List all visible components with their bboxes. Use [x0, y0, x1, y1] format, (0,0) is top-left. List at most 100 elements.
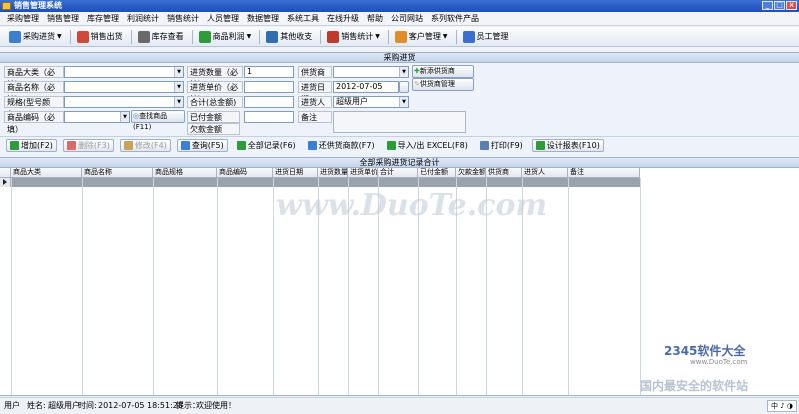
column-header[interactable]: 进货单价	[348, 168, 378, 178]
section-title: 采购进货	[0, 52, 799, 63]
column-header[interactable]: 商品编码	[217, 168, 273, 178]
add-icon	[10, 140, 19, 150]
total-label: 合计(总金额)	[187, 96, 243, 108]
column-header[interactable]: 合计	[378, 168, 418, 178]
watermark-badge: 2345软件大全	[664, 344, 746, 358]
menu-sales[interactable]: 销售管理	[43, 12, 83, 25]
column-header[interactable]: 欠款金额	[456, 168, 486, 178]
qty-input[interactable]: 1	[244, 66, 294, 78]
code-label: 商品编码（必填）	[4, 111, 64, 134]
column-header[interactable]: 商品规格	[153, 168, 217, 178]
chevron-down-icon: ▼	[57, 33, 62, 40]
toolbar-inventory-button[interactable]: 库存查看	[135, 29, 187, 45]
menu-inventory[interactable]: 库存管理	[83, 12, 123, 25]
menu-sales-stats[interactable]: 销售统计	[163, 12, 203, 25]
chevron-down-icon: ▼	[174, 97, 183, 107]
delete-button[interactable]: 删除(F3)	[62, 138, 114, 152]
category-select[interactable]: ▼	[64, 66, 184, 78]
edit-button[interactable]: 修改(F4)	[119, 138, 171, 152]
all-records-button[interactable]: 全部记录(F6)	[234, 139, 299, 152]
new-supplier-button[interactable]: ✚新添供货商(F12)	[412, 65, 474, 86]
toolbar-stats-button[interactable]: 销售统计 ▼	[324, 29, 383, 45]
buyer-label: 进货人	[298, 96, 332, 108]
status-name-label: 姓名:	[27, 401, 46, 410]
supplier-select[interactable]: ▼	[333, 66, 409, 78]
add-button[interactable]: 增加(F2)	[6, 138, 57, 152]
column-header[interactable]: 商品大类	[11, 168, 82, 178]
toolbar-customer-button[interactable]: 客户管理 ▼	[392, 29, 451, 45]
toolbar-separator	[259, 29, 261, 44]
code-select[interactable]: ▼	[64, 111, 130, 123]
query-button[interactable]: 查询(F5)	[176, 138, 228, 152]
selected-row[interactable]	[0, 178, 640, 187]
ime-indicator[interactable]: 中 ♪ ◑	[766, 400, 797, 412]
price-label: 进货单价（必填）	[187, 81, 243, 104]
toolbar-separator	[320, 29, 322, 44]
buyer-select[interactable]: 超级用户 ▼	[333, 96, 409, 108]
menu-website[interactable]: 公司网站	[387, 12, 427, 25]
row-indicator	[0, 178, 11, 187]
toolbar-sale-button[interactable]: 销售出货	[74, 29, 126, 45]
column-header[interactable]: 已付金额	[418, 168, 456, 178]
menu-upgrade[interactable]: 在线升级	[323, 12, 363, 25]
total-input[interactable]	[244, 96, 294, 108]
toolbar-purchase-button[interactable]: 采购进货 ▼	[6, 29, 65, 45]
date-input[interactable]: 2012-07-05	[333, 81, 399, 93]
spec-label: 规格(型号颜色)	[4, 96, 64, 119]
toolbar-staff-button[interactable]: 员工管理	[460, 29, 512, 45]
status-hint-value: 欢迎使用！	[196, 401, 236, 410]
column-header[interactable]: 进货人	[522, 168, 568, 178]
excel-button[interactable]: 导入/出 EXCEL(F8)	[384, 139, 471, 152]
print-button[interactable]: 打印(F9)	[477, 139, 526, 152]
grid-column-line	[273, 178, 274, 395]
minimize-icon[interactable]: _	[762, 1, 773, 10]
refund-icon	[307, 140, 317, 150]
grid-column-line	[11, 178, 12, 395]
name-label: 商品名称（必填）	[4, 81, 64, 104]
supplier-label: 供货商	[298, 66, 332, 78]
window-title-bar: 销售管理系统 _ □ ×	[0, 0, 799, 12]
grid-column-line	[640, 178, 641, 395]
chevron-down-icon: ▼	[120, 112, 129, 122]
close-icon[interactable]: ×	[786, 1, 797, 10]
chevron-down-icon: ▼	[442, 33, 448, 40]
price-input[interactable]	[244, 81, 294, 93]
watermark-text: www.DuoTe.com	[276, 188, 548, 223]
purchase-form: 商品大类（必填） ▼ 商品名称（必填） ▼ 规格(型号颜色) ▼ 商品编码（必填…	[0, 63, 799, 135]
chevron-down-icon: ▼	[174, 82, 183, 92]
category-label: 商品大类（必填）	[4, 66, 64, 89]
menu-purchase[interactable]: 采购管理	[3, 12, 43, 25]
menu-staff[interactable]: 人员管理	[203, 12, 243, 25]
grid-column-line	[568, 178, 569, 395]
column-header[interactable]: 进货数量	[318, 168, 348, 178]
menu-products[interactable]: 系列软件产品	[427, 12, 483, 25]
customer-icon	[394, 30, 407, 43]
name-select[interactable]: ▼	[64, 81, 184, 93]
toolbar-profit-button[interactable]: 商品利润 ▼	[196, 29, 255, 45]
menu-tools[interactable]: 系统工具	[283, 12, 323, 25]
menu-profit[interactable]: 利润统计	[123, 12, 163, 25]
status-bar: 用户 姓名: 超级用户 时间: 2012-07-05 18:51:28 提示： …	[0, 397, 799, 414]
chevron-down-icon: ▼	[399, 97, 408, 107]
toolbar-separator	[191, 29, 193, 44]
note-textarea[interactable]	[333, 111, 466, 133]
chevron-down-icon: ▼	[174, 67, 183, 77]
column-header[interactable]: 供货商	[486, 168, 522, 178]
column-header[interactable]: 进货日期	[273, 168, 318, 178]
watermark-badge-slogan: 国内最安全的软件站	[640, 379, 749, 393]
paid-input[interactable]	[244, 111, 294, 123]
menu-help[interactable]: 帮助	[363, 12, 387, 25]
spec-select[interactable]: ▼	[64, 96, 184, 108]
menu-data[interactable]: 数据管理	[243, 12, 283, 25]
column-header[interactable]: 商品名称	[82, 168, 153, 178]
refund-supplier-button[interactable]: 还供货商款(F7)	[305, 139, 378, 152]
calendar-icon[interactable]	[399, 81, 409, 93]
maximize-icon[interactable]: □	[774, 1, 785, 10]
column-header[interactable]: 备注	[568, 168, 640, 178]
paid-label: 已付金额	[187, 111, 240, 123]
find-goods-button[interactable]: ◎查找商品(F11)	[131, 110, 185, 131]
design-report-button[interactable]: 设计报表(F10)	[531, 138, 604, 152]
supplier-mgmt-button[interactable]: ✎供货商管理	[412, 78, 474, 91]
toolbar-other-button[interactable]: 其他收支	[263, 29, 315, 45]
cart-icon	[9, 30, 21, 43]
